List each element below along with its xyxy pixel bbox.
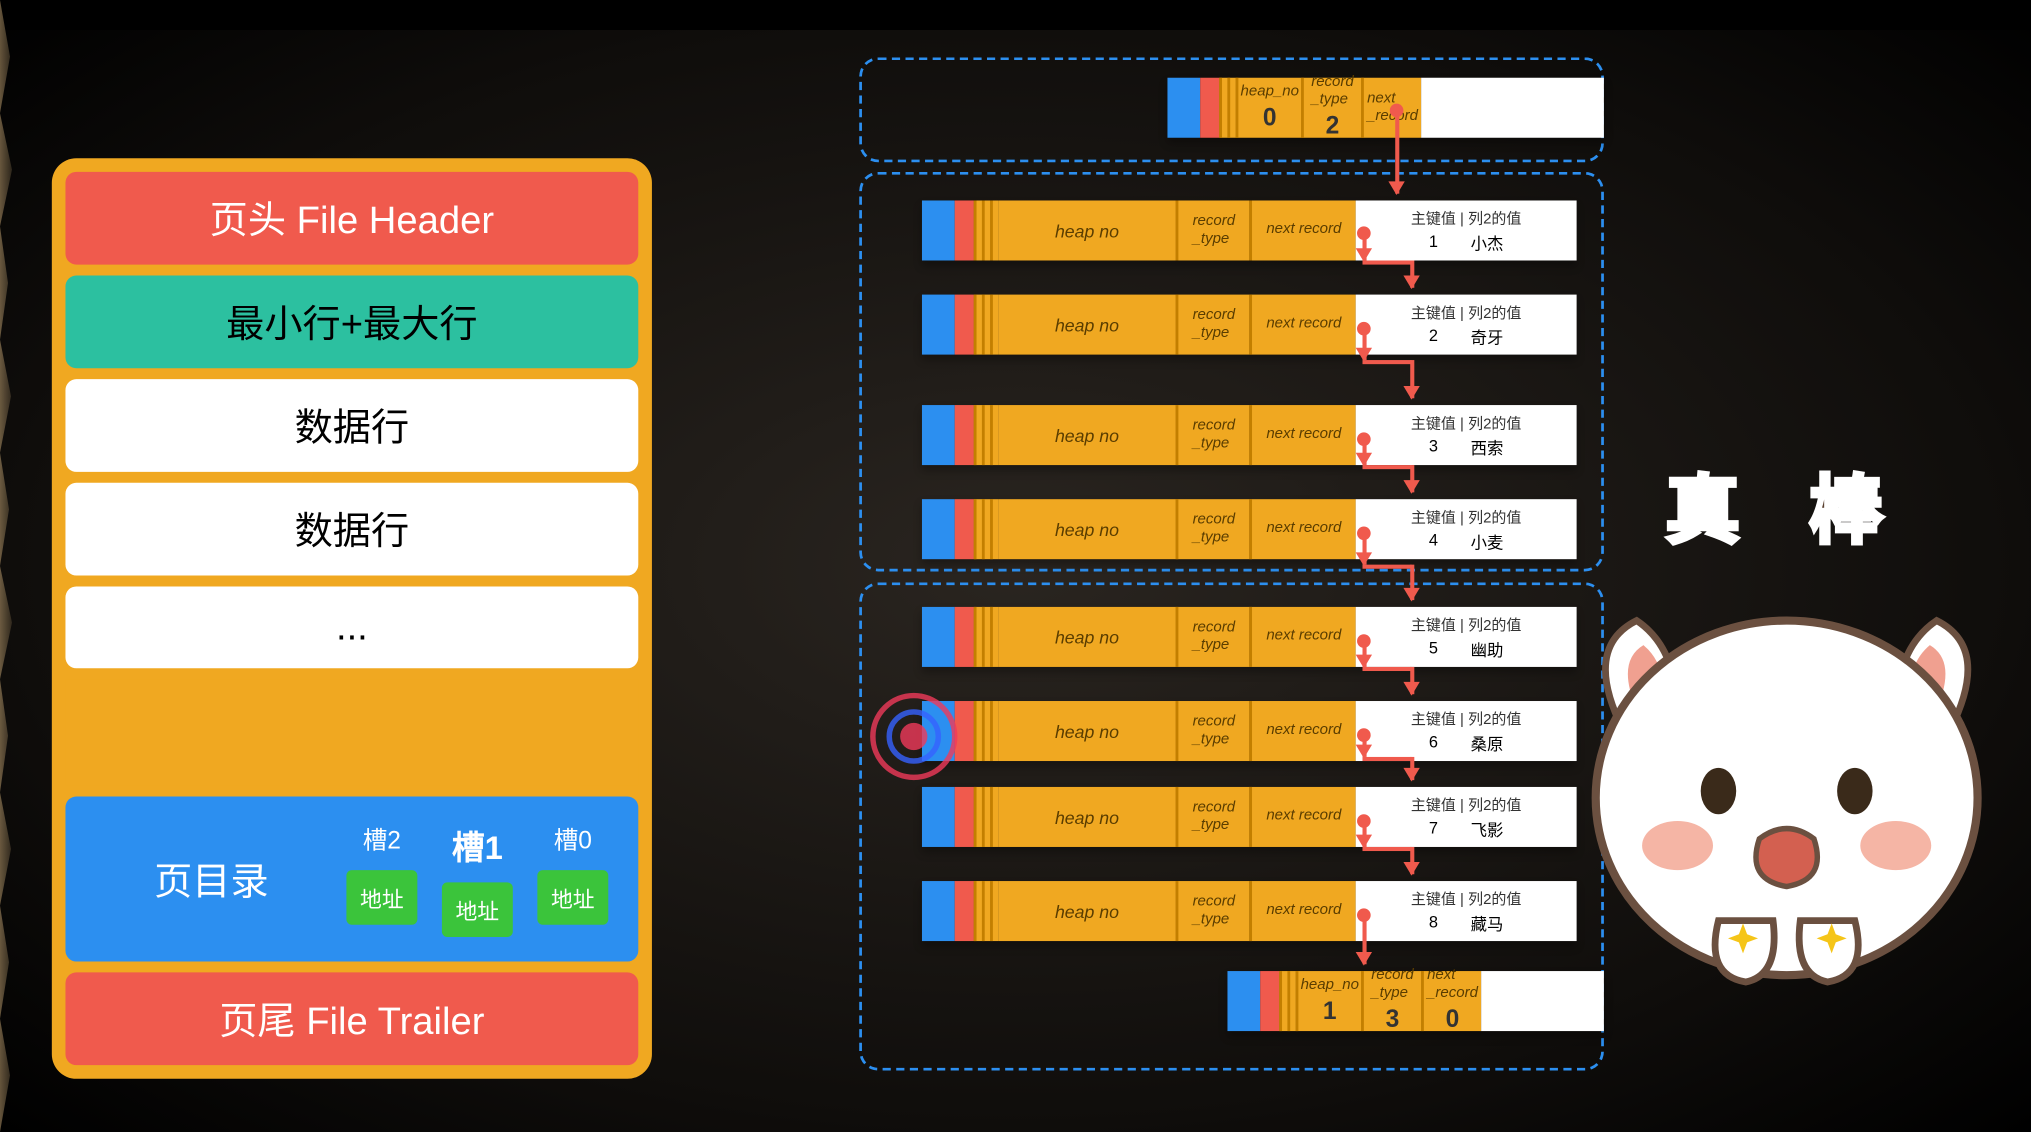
diagram-stage: 页头 File Header 最小行+最大行 数据行 数据行 ... 页目录 槽… — [0, 0, 2025, 1132]
row-3-data: 主键值 | 列2的值 3西索 — [1356, 405, 1577, 465]
sticker-cat: 真 棒 — [1555, 450, 2019, 1009]
row-1-rectype: record _type — [1193, 213, 1236, 249]
cat-icon — [1555, 566, 2019, 1002]
free-space-gap — [65, 679, 638, 785]
arrow-1-to-2 — [1410, 260, 1414, 287]
data-row-2: 数据行 — [65, 483, 638, 576]
row-6-next: next record — [1266, 722, 1341, 740]
row-5-rectype: record _type — [1193, 619, 1236, 655]
row-8-rectype: record _type — [1193, 893, 1236, 929]
row-4-data: 主键值 | 列2的值 4小麦 — [1356, 499, 1577, 559]
row-3-heap-no: heap no — [998, 405, 1175, 465]
field-rectype-label: record _type — [1311, 74, 1354, 110]
row-1-next: next record — [1266, 221, 1341, 239]
record-row-5: heap no record _type next record 主键值 | 列… — [922, 607, 1577, 667]
arrow-2v — [1362, 330, 1366, 360]
row-1-heap-no: heap no — [998, 200, 1175, 260]
record-infimum: heap_no 0 record _type 2 next _record — [1167, 78, 1603, 138]
slot-1-name: 槽1 — [452, 821, 503, 869]
page-directory-row: 页目录 槽2 地址 槽1 地址 槽0 地址 — [65, 796, 638, 961]
arrow-inf-to-1 — [1395, 112, 1399, 194]
arrow-2h — [1362, 360, 1411, 364]
arrow-1v — [1362, 235, 1366, 261]
supremum-next-record: 0 — [1446, 1006, 1460, 1035]
arrow-8-to-sup — [1362, 917, 1366, 965]
row-1-data: 主键值 | 列2的值 1小杰 — [1356, 200, 1577, 260]
field-heap-no-label: heap_no — [1241, 83, 1299, 101]
arrow-4-to-5 — [1410, 565, 1414, 600]
arrow-7v — [1362, 822, 1366, 847]
row-6-heap-no: heap no — [998, 701, 1175, 761]
arrow-2-to-3 — [1410, 360, 1414, 398]
supremum-next-label: next _record — [1427, 967, 1478, 1003]
row-7-heap-no: heap no — [998, 787, 1175, 847]
slot-0-addr: 地址 — [537, 870, 608, 925]
arrow-6h — [1362, 757, 1411, 761]
record-row-8: heap no record _type next record 主键值 | 列… — [922, 881, 1577, 941]
row-3-rectype: record _type — [1193, 417, 1236, 453]
arrow-5v — [1362, 642, 1366, 667]
supremum-heap-no: 1 — [1323, 997, 1337, 1026]
arrow-5h — [1362, 667, 1411, 671]
row-8-data: 主键值 | 列2的值 8藏马 — [1356, 881, 1577, 941]
row-7-next: next record — [1266, 808, 1341, 826]
row-8-heap-no: heap no — [998, 881, 1175, 941]
sticker-text: 真 棒 — [1555, 450, 2019, 558]
row-7-rectype: record _type — [1193, 799, 1236, 835]
row-5-next: next record — [1266, 628, 1341, 646]
arrow-6v — [1362, 736, 1366, 756]
row-2-next: next record — [1266, 316, 1341, 334]
data-row-ellipsis: ... — [65, 586, 638, 668]
slot-2: 槽2 地址 — [346, 821, 417, 937]
row-8-next: next record — [1266, 902, 1341, 920]
arrow-4v — [1362, 535, 1366, 565]
row-2-heap-no: heap no — [998, 295, 1175, 355]
arrow-5-to-6 — [1410, 667, 1414, 694]
arrow-7h — [1362, 847, 1411, 851]
supremum-record-type: 3 — [1386, 1006, 1400, 1035]
row-6-rectype: record _type — [1193, 713, 1236, 749]
row-4-heap-no: heap no — [998, 499, 1175, 559]
page-structure-panel: 页头 File Header 最小行+最大行 数据行 数据行 ... 页目录 槽… — [52, 158, 652, 1079]
file-trailer-row: 页尾 File Trailer — [65, 972, 638, 1065]
slots-container: 槽2 地址 槽1 地址 槽0 地址 — [346, 821, 608, 937]
row-7-data: 主键值 | 列2的值 7飞影 — [1356, 787, 1577, 847]
record-row-7: heap no record _type next record 主键值 | 列… — [922, 787, 1577, 847]
record-row-6: heap no record _type next record 主键值 | 列… — [922, 701, 1577, 761]
arrow-7-to-8 — [1410, 847, 1414, 874]
arrow-3h — [1362, 465, 1411, 469]
row-2-rectype: record _type — [1193, 307, 1236, 343]
supremum-heap-no-label: heap_no — [1301, 976, 1359, 994]
file-header-row: 页头 File Header — [65, 172, 638, 265]
row-3-next: next record — [1266, 426, 1341, 444]
slot-1: 槽1 地址 — [442, 821, 513, 937]
arrow-1h — [1362, 260, 1411, 264]
row-4-rectype: record _type — [1193, 511, 1236, 547]
infimum-record-type: 2 — [1326, 112, 1340, 141]
slot-0-name: 槽0 — [554, 821, 592, 856]
row-6-data: 主键值 | 列2的值 6桑原 — [1356, 701, 1577, 761]
infimum-heap-no: 0 — [1263, 103, 1277, 132]
arrow-3v — [1362, 441, 1366, 466]
record-supremum: heap_no 1 record _type 3 next _record 0 — [1227, 971, 1603, 1031]
slot-2-name: 槽2 — [363, 821, 401, 856]
data-row-1: 数据行 — [65, 379, 638, 472]
min-max-row: 最小行+最大行 — [65, 275, 638, 368]
record-row-4: heap no record _type next record 主键值 | 列… — [922, 499, 1577, 559]
record-row-2: heap no record _type next record 主键值 | 列… — [922, 295, 1577, 355]
row-5-heap-no: heap no — [998, 607, 1175, 667]
record-row-3: heap no record _type next record 主键值 | 列… — [922, 405, 1577, 465]
row-4-next: next record — [1266, 520, 1341, 538]
page-directory-label: 页目录 — [95, 852, 327, 907]
slot-2-addr: 地址 — [346, 870, 417, 925]
record-row-1: heap no record _type next record 主键值 | 列… — [922, 200, 1577, 260]
supremum-rectype-label: record _type — [1371, 967, 1414, 1003]
row-2-data: 主键值 | 列2的值 2奇牙 — [1356, 295, 1577, 355]
arrow-3-to-4 — [1410, 465, 1414, 492]
slot-1-addr: 地址 — [442, 882, 513, 937]
arrow-6-to-7 — [1410, 757, 1414, 780]
arrow-4h — [1362, 565, 1411, 569]
slot-0: 槽0 地址 — [537, 821, 608, 937]
row-5-data: 主键值 | 列2的值 5幽助 — [1356, 607, 1577, 667]
